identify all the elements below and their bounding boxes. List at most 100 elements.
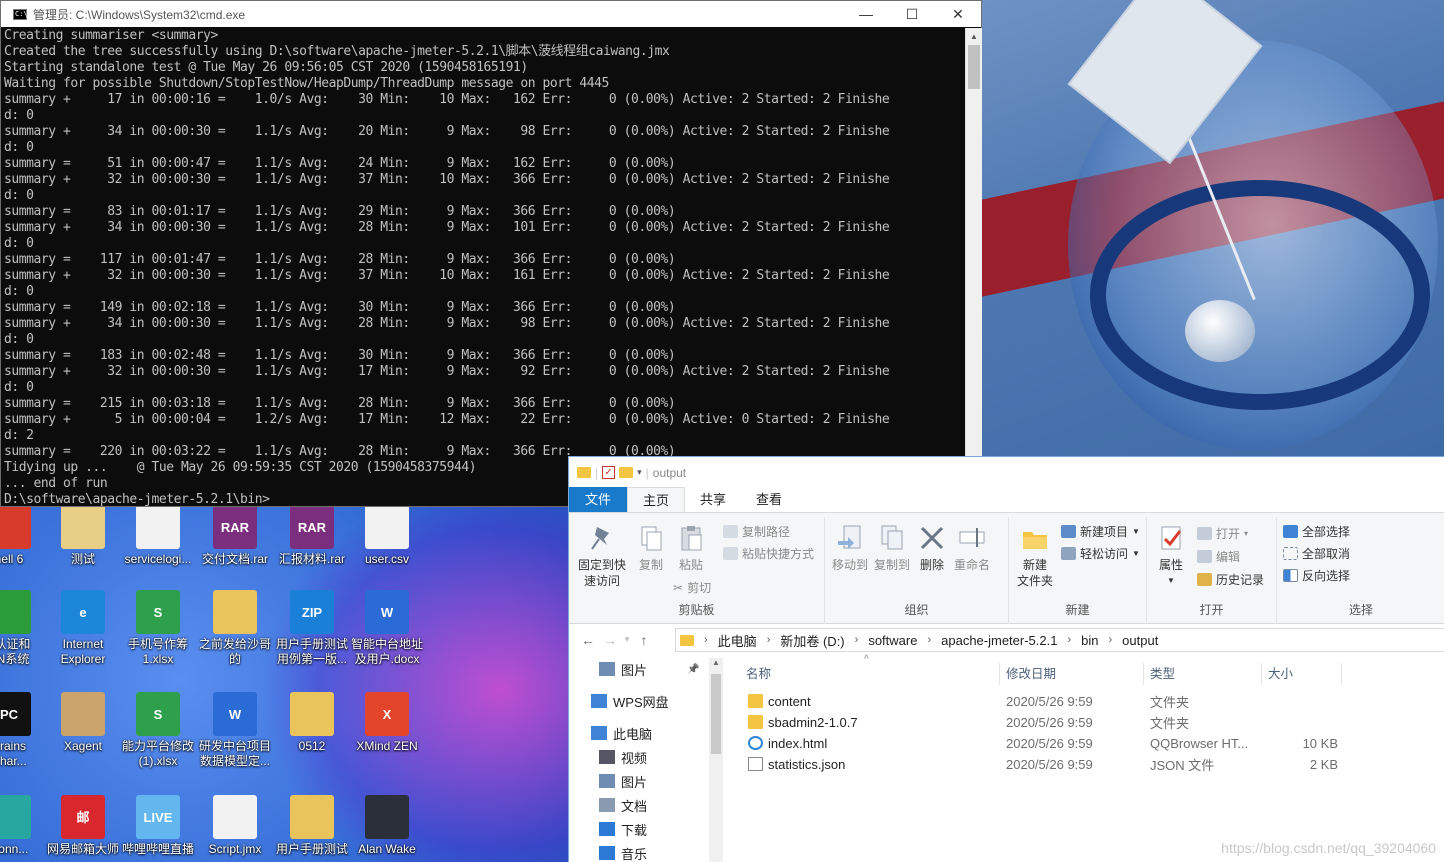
address-bar[interactable]: › 此电脑 › 新加卷 (D:) › software › apache-jmeter-5.2… (675, 628, 1444, 652)
breadcrumb-separator-icon[interactable]: › (855, 634, 859, 646)
console-output[interactable]: Creating summariser <summary> Created the… (4, 28, 965, 507)
desktop-icon[interactable]: PC Brains Char... (0, 692, 46, 769)
desktop-icon[interactable]: 用户手册测试 (275, 795, 349, 857)
copy-path-button[interactable]: 复制路径 (723, 523, 790, 540)
qat-dropdown-icon[interactable]: ▾ (637, 467, 642, 478)
column-name[interactable]: 名称 (742, 663, 1000, 685)
tab-home[interactable]: 主页 (627, 487, 686, 512)
maximize-button[interactable]: ☐ (889, 1, 935, 27)
nav-item[interactable]: 图片 (599, 770, 647, 792)
copy-button[interactable]: 复制 (633, 523, 669, 573)
column-date[interactable]: 修改日期 (1002, 663, 1144, 685)
close-button[interactable]: ✕ (935, 1, 981, 27)
desktop-icon[interactable]: W 研发中台项目 数据模型定... (198, 692, 272, 769)
select-all-button[interactable]: 全部选择 (1283, 523, 1350, 540)
nav-scrollbar[interactable]: ▲ (709, 658, 723, 862)
file-row[interactable]: sbadmin2-1.0.7 2020/5/26 9:59 文件夹 (744, 712, 1344, 733)
recent-dropdown-icon[interactable]: ▾ (621, 634, 633, 645)
copy-to-button[interactable]: 复制到 (873, 523, 911, 573)
folder-icon[interactable] (577, 467, 591, 478)
pin-quick-access-button[interactable]: 固定到快 速访问 (573, 523, 631, 589)
desktop-icon[interactable]: user.csv (350, 505, 424, 567)
nav-item[interactable]: WPS网盘 (591, 690, 669, 712)
desktop-icon[interactable]: hell 6 (0, 505, 46, 567)
paste-button[interactable]: 粘贴 (673, 523, 709, 573)
tab-share[interactable]: 共享 (685, 487, 741, 512)
nav-item[interactable]: 音乐 (599, 842, 647, 862)
nav-item[interactable]: 下载 (599, 818, 647, 840)
desktop-icon[interactable]: 0512 (275, 692, 349, 754)
desktop-icon[interactable]: Script.jmx (198, 795, 272, 857)
scroll-thumb[interactable] (711, 674, 721, 754)
invert-selection-button[interactable]: 反向选择 (1283, 567, 1350, 584)
scroll-up-icon[interactable]: ▲ (709, 658, 723, 672)
desktop-icon[interactable]: ZIP 用户手册测试 用例第一版... (275, 590, 349, 667)
pin-icon[interactable]: 📌 (687, 664, 699, 675)
nav-item[interactable]: 视频 (599, 746, 647, 768)
easy-access-button[interactable]: 轻松访问 ▼ (1061, 545, 1140, 562)
tab-file[interactable]: 文件 (569, 487, 627, 512)
desktop-icon[interactable]: RAR 交付文档.rar (198, 505, 272, 567)
file-row[interactable]: index.html 2020/5/26 9:59 QQBrowser HT... 1… (744, 733, 1344, 754)
back-arrow-icon[interactable]: ← (577, 632, 599, 648)
minimize-button[interactable]: — (843, 1, 889, 27)
column-size[interactable]: 大小 (1264, 663, 1342, 685)
move-to-button[interactable]: 移动到 (831, 523, 869, 573)
file-list[interactable]: ^ 名称 修改日期 类型 大小 content 2020/5/26 9:59 文件夹… (724, 654, 1444, 862)
breadcrumb-separator-icon[interactable]: › (927, 634, 931, 646)
desktop-icon[interactable]: 邮网易邮箱大师 (46, 795, 120, 857)
console-scrollbar[interactable]: ▲ ▼ (965, 28, 982, 507)
desktop-icon[interactable]: Conn... (0, 795, 46, 857)
cmd-window[interactable]: C:\ 管理员: C:\Windows\System32\cmd.exe — ☐… (0, 0, 982, 507)
tab-view[interactable]: 查看 (741, 487, 797, 512)
file-row[interactable]: statistics.json 2020/5/26 9:59 JSON 文件 2 KB (744, 754, 1344, 775)
desktop-icon[interactable]: e Internet Explorer (46, 590, 120, 667)
rename-button[interactable]: 重命名 (951, 523, 993, 573)
breadcrumb-item[interactable]: 新加卷 (D:) (780, 631, 844, 650)
nav-item[interactable]: 此电脑 (591, 722, 652, 744)
desktop-icon[interactable]: 之前发给沙哥 的 (198, 590, 272, 667)
breadcrumb-separator-icon[interactable]: › (767, 634, 771, 646)
nav-item[interactable]: 图片 📌 (599, 658, 699, 680)
cut-button[interactable]: ✂ 剪切 (673, 579, 711, 596)
desktop-icon[interactable]: servicelogi... (121, 505, 195, 567)
select-none-button[interactable]: 全部取消 (1283, 545, 1350, 562)
desktop-icon[interactable]: e认证和 PN系统 (0, 590, 46, 667)
desktop-icon[interactable]: W 智能中台地址 及用户.docx (350, 590, 424, 667)
breadcrumb-item[interactable]: 此电脑 (718, 631, 757, 650)
desktop-icon[interactable]: S 手机号作筹 1.xlsx (121, 590, 195, 667)
up-arrow-icon[interactable]: ↑ (633, 632, 655, 648)
desktop-icon[interactable]: RAR 汇报材料.rar (275, 505, 349, 567)
scroll-up-icon[interactable]: ▲ (966, 28, 982, 45)
breadcrumb-separator-icon[interactable]: › (1109, 634, 1113, 646)
file-explorer-window[interactable]: | ✓ ▾ | output 文件 主页 共享 查看 固定到快 速访问 复制 粘… (568, 456, 1444, 862)
desktop-icon[interactable]: 测试 (46, 505, 120, 567)
breadcrumb-item[interactable]: software (868, 633, 917, 648)
breadcrumb-item[interactable]: apache-jmeter-5.2.1 (941, 633, 1057, 648)
cmd-titlebar[interactable]: C:\ 管理员: C:\Windows\System32\cmd.exe — ☐… (1, 1, 981, 27)
desktop-icon[interactable]: Alan Wake (350, 795, 424, 857)
properties-button[interactable]: 属性 ▼ (1153, 523, 1189, 589)
history-button[interactable]: 历史记录 (1197, 571, 1264, 588)
delete-button[interactable]: 删除 (917, 523, 947, 573)
scroll-thumb[interactable] (968, 45, 980, 89)
desktop-icon[interactable]: S 能力平台修改 (1).xlsx (121, 692, 195, 769)
file-row[interactable]: content 2020/5/26 9:59 文件夹 (744, 691, 1344, 712)
open-button[interactable]: 打开 ▾ (1197, 525, 1248, 542)
breadcrumb-separator-icon[interactable]: › (1067, 634, 1071, 646)
new-folder-icon[interactable] (619, 467, 634, 478)
desktop-icon[interactable]: LIVE 哔哩哔哩直播 (121, 795, 195, 857)
new-folder-button[interactable]: 新建 文件夹 (1015, 523, 1055, 589)
desktop-icon[interactable]: Xagent (46, 692, 120, 754)
breadcrumb-item[interactable]: bin (1081, 633, 1098, 648)
new-item-button[interactable]: 新建项目 ▼ (1061, 523, 1140, 540)
paste-shortcut-button[interactable]: 粘贴快捷方式 (723, 545, 814, 562)
breadcrumb-item[interactable]: output (1122, 633, 1158, 648)
navigation-pane[interactable]: 图片 📌 WPS网盘此电脑 视频 图片 文档 下载 音乐 (569, 658, 723, 862)
nav-item[interactable]: 文档 (599, 794, 647, 816)
properties-check-icon[interactable]: ✓ (602, 466, 616, 479)
column-type[interactable]: 类型 (1146, 663, 1262, 685)
breadcrumb-separator-icon[interactable]: › (704, 634, 708, 646)
desktop-icon[interactable]: X XMind ZEN (350, 692, 424, 754)
forward-arrow-icon[interactable]: → (599, 632, 621, 648)
